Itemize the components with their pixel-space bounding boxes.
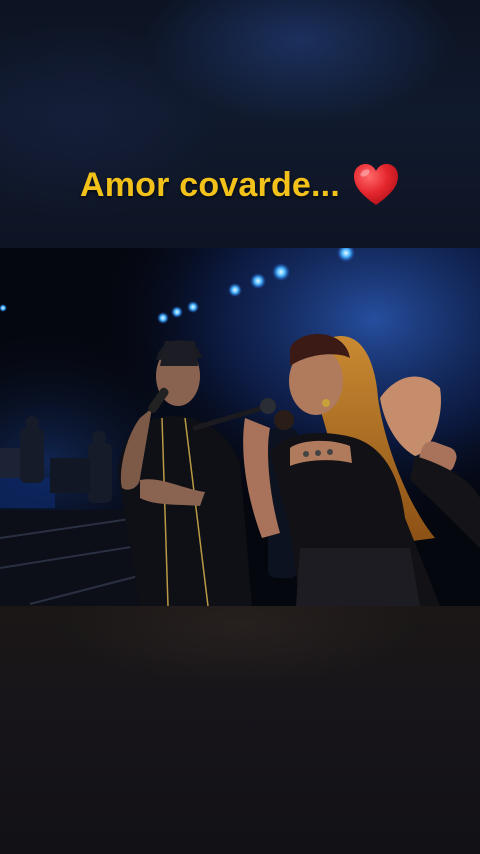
blurred-top-background	[0, 0, 480, 248]
caption-overlay: Amor covarde...	[0, 160, 480, 210]
blurred-bottom-background	[0, 606, 480, 854]
red-heart-icon	[353, 164, 398, 205]
video-post-screen: Amor covarde...	[0, 0, 480, 854]
concert-scene	[0, 248, 480, 606]
caption-text: Amor covarde...	[80, 165, 340, 204]
video-player[interactable]	[0, 248, 480, 606]
